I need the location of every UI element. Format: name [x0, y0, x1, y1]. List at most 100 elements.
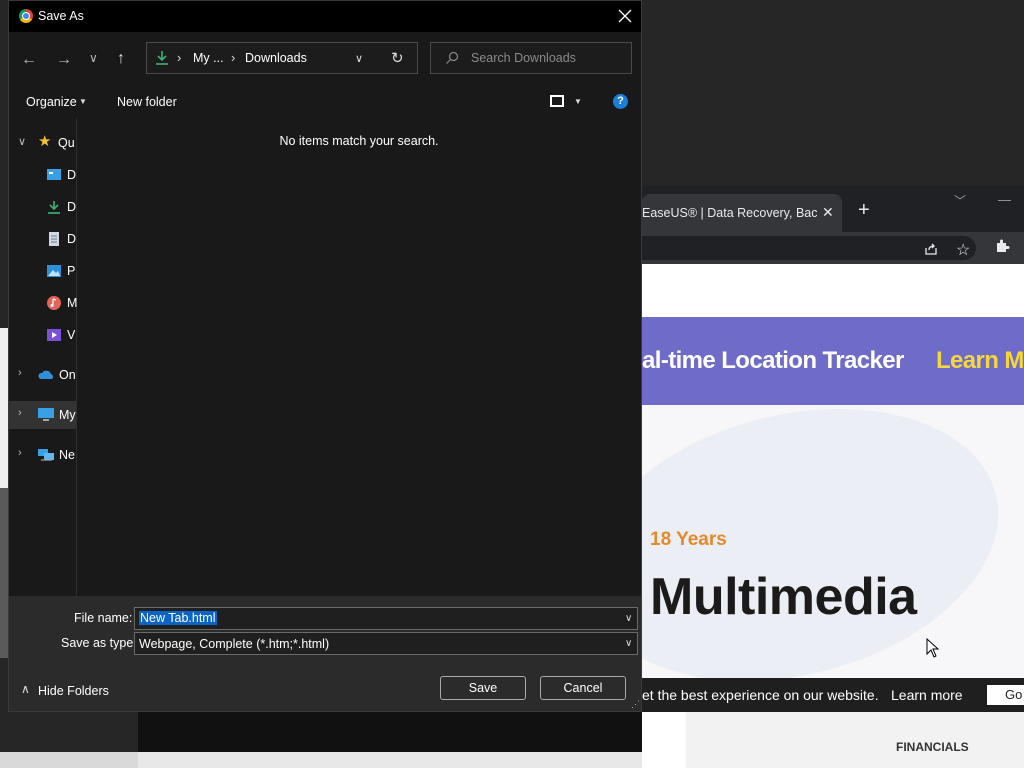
star-icon: ★ — [38, 133, 52, 150]
caret-down-icon[interactable]: ▼ — [574, 97, 582, 106]
page-header-area — [642, 264, 1024, 318]
dialog-titlebar: Save As — [9, 1, 641, 32]
breadcrumb-item-downloads[interactable]: Downloads — [245, 51, 307, 65]
sidebar-item-network[interactable]: › Ne — [9, 441, 76, 469]
new-tab-button[interactable]: + — [858, 200, 870, 220]
sidebar-item-quick-access[interactable]: ∨ ★ Qu — [9, 129, 76, 157]
new-folder-button[interactable]: New folder — [117, 95, 177, 109]
search-input[interactable]: Search Downloads — [471, 51, 576, 65]
promo-banner[interactable]: al-time Location Tracker Learn Mo — [642, 317, 1024, 405]
this-pc-icon — [38, 408, 54, 421]
recent-locations-chevron-icon[interactable]: ∨ — [89, 51, 98, 65]
minimize-icon[interactable]: — — [998, 192, 1011, 207]
caret-down-icon[interactable]: ▼ — [79, 97, 87, 106]
sidebar-item-label: P — [67, 264, 76, 278]
extensions-puzzle-icon[interactable] — [994, 238, 1010, 254]
tab-title: EaseUS® | Data Recovery, Backup — [642, 206, 817, 220]
chevron-down-icon[interactable]: ∨ — [18, 135, 26, 148]
document-icon — [49, 232, 59, 246]
save-as-dialog: Save As ← → ∨ ↑ › My ... › Downloads ∨ ↻… — [8, 0, 642, 712]
chevron-up-icon[interactable]: ∧ — [21, 682, 30, 696]
file-name-input[interactable]: New Tab.html — [139, 611, 217, 625]
hero-headline: Multimedia — [650, 568, 917, 626]
download-icon — [48, 201, 60, 214]
videos-icon — [47, 329, 61, 341]
search-box[interactable]: Search Downloads — [430, 42, 632, 74]
desktop-icon — [47, 169, 61, 180]
address-bar[interactable]: ☆ — [642, 236, 976, 260]
organize-button[interactable]: Organize — [26, 95, 77, 109]
forward-arrow-icon[interactable]: → — [56, 51, 72, 69]
browser-tab-strip: EaseUS® | Data Recovery, Backup ✕ + ﹀ — — [642, 186, 1024, 232]
background-taskbar-area — [138, 712, 698, 752]
sidebar-item-music[interactable]: M — [9, 289, 78, 317]
sidebar-item-documents[interactable]: D — [9, 225, 76, 253]
dialog-footer: File name: New Tab.html ∨ Save as type: … — [9, 596, 641, 711]
cancel-button[interactable]: Cancel — [540, 676, 626, 700]
navigation-pane: ∨ ★ Qu D D D P M V › On › My › Ne — [9, 118, 77, 596]
cookie-accept-button[interactable]: Go — [987, 685, 1024, 705]
cookie-learn-more-link[interactable]: Learn more — [891, 687, 963, 703]
background-window-bottom — [0, 752, 138, 768]
empty-state-message: No items match your search. — [279, 134, 439, 148]
chrome-logo-icon — [19, 9, 33, 23]
save-button[interactable]: Save — [440, 676, 526, 700]
sidebar-item-label: On — [59, 368, 76, 382]
hero-years-text: 18 Years — [650, 529, 727, 550]
footer-heading: FINANCIALS — [896, 740, 969, 754]
sidebar-item-desktop[interactable]: D — [9, 161, 76, 189]
sidebar-item-label: D — [67, 200, 77, 214]
search-icon — [446, 51, 459, 64]
chevron-down-icon[interactable]: ∨ — [625, 613, 632, 624]
navigation-bar: ← → ∨ ↑ › My ... › Downloads ∨ ↻ Search … — [9, 32, 641, 84]
up-arrow-icon[interactable]: ↑ — [117, 50, 125, 68]
refresh-icon[interactable]: ↻ — [391, 49, 404, 67]
chevron-down-icon[interactable]: ∨ — [625, 638, 632, 649]
back-arrow-icon[interactable]: ← — [21, 51, 37, 69]
close-icon[interactable] — [613, 4, 637, 28]
file-list-pane[interactable]: No items match your search. — [77, 118, 641, 596]
sidebar-item-onedrive[interactable]: › On — [9, 361, 76, 389]
breadcrumb-separator[interactable]: › — [177, 50, 181, 65]
view-mode-icon[interactable] — [550, 95, 564, 107]
sidebar-item-label: V — [67, 328, 76, 342]
sidebar-item-this-pc[interactable]: › My — [9, 401, 76, 429]
sidebar-item-downloads[interactable]: D — [9, 193, 76, 221]
banner-text: al-time Location Tracker — [642, 347, 904, 374]
chevron-right-icon[interactable]: › — [18, 447, 22, 459]
file-name-field[interactable]: New Tab.html ∨ — [134, 607, 638, 630]
browser-window: EaseUS® | Data Recovery, Backup ✕ + ﹀ — … — [556, 186, 1024, 768]
sidebar-item-label: M — [67, 296, 78, 310]
sidebar-item-videos[interactable]: V — [9, 321, 76, 349]
sidebar-item-pictures[interactable]: P — [9, 257, 76, 285]
network-icon — [38, 449, 54, 461]
share-icon[interactable] — [924, 242, 938, 256]
cookie-banner: et the best experience on our website. L… — [642, 678, 1024, 712]
page-footer: FINANCIALS — [686, 712, 1024, 768]
chevron-right-icon[interactable]: › — [18, 367, 22, 379]
browser-tab[interactable]: EaseUS® | Data Recovery, Backup ✕ — [642, 194, 842, 232]
save-type-value: Webpage, Complete (*.htm;*.html) — [139, 637, 330, 651]
help-icon[interactable]: ? — [613, 94, 628, 109]
sidebar-item-label: D — [67, 232, 77, 246]
hero-section: 18 Years Multimedia — [556, 368, 1024, 722]
resize-grip-icon[interactable]: ⋰ — [631, 699, 640, 710]
banner-learn-more-link[interactable]: Learn Mo — [936, 347, 1024, 375]
bookmark-star-icon[interactable]: ☆ — [956, 240, 970, 260]
download-icon — [156, 51, 168, 65]
tab-search-chevron-icon[interactable]: ﹀ — [954, 192, 966, 209]
sidebar-item-label: My — [59, 408, 76, 422]
browser-toolbar: ☆ — [642, 232, 1024, 264]
chevron-down-icon[interactable]: ∨ — [355, 52, 363, 65]
hide-folders-button[interactable]: Hide Folders — [38, 684, 109, 698]
dialog-title: Save As — [38, 9, 84, 23]
pictures-icon — [47, 265, 61, 277]
save-type-select[interactable]: Webpage, Complete (*.htm;*.html) ∨ — [134, 632, 638, 655]
breadcrumb-item-this-pc[interactable]: My ... — [193, 51, 224, 65]
address-breadcrumb[interactable]: › My ... › Downloads ∨ ↻ — [146, 42, 418, 74]
tab-close-icon[interactable]: ✕ — [822, 204, 834, 221]
chevron-right-icon[interactable]: › — [18, 407, 22, 419]
sidebar-item-label: Ne — [59, 448, 75, 462]
breadcrumb-separator[interactable]: › — [231, 50, 235, 65]
cookie-text: et the best experience on our website. — [642, 687, 879, 703]
